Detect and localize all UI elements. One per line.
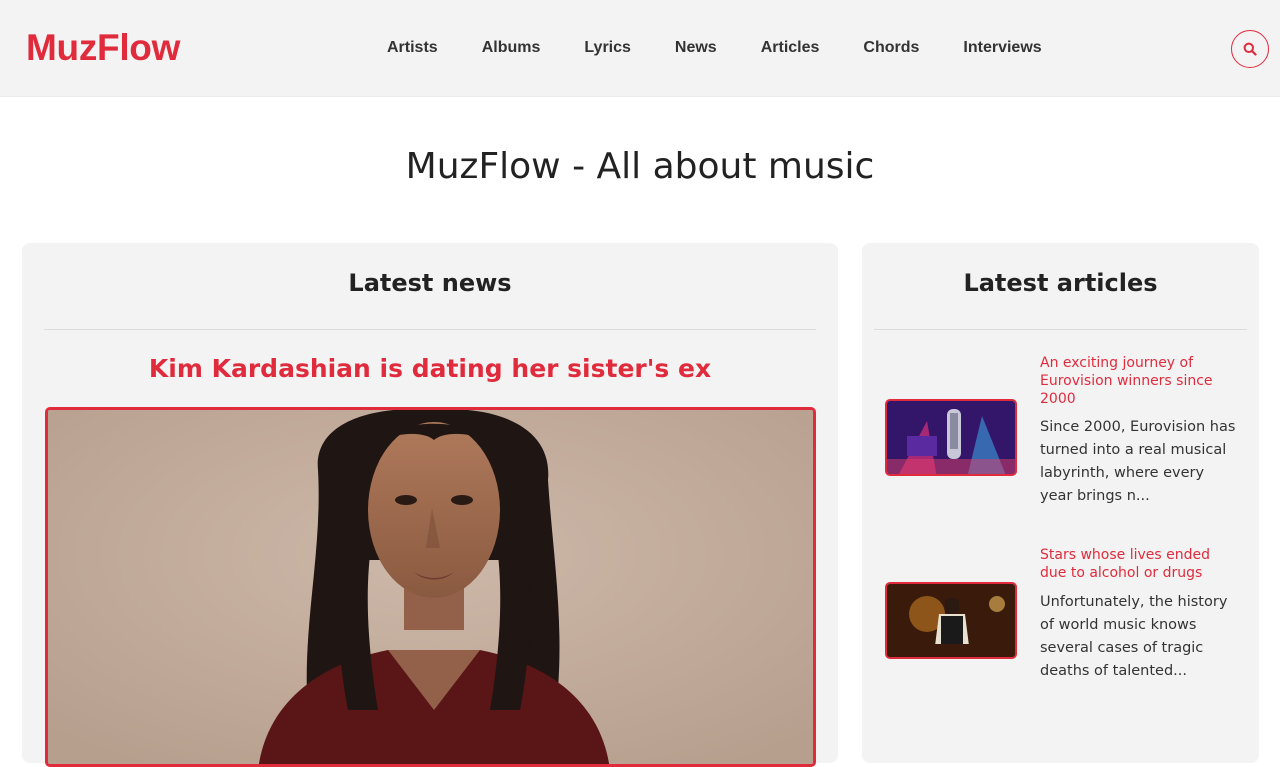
nav-lyrics[interactable]: Lyrics [584,39,631,57]
featured-news-title[interactable]: Kim Kardashian is dating her sister's ex [22,354,838,383]
article-thumbnail[interactable] [885,399,1017,476]
divider [44,329,816,330]
nav-artists[interactable]: Artists [387,39,438,57]
latest-news-card: Latest news Kim Kardashian is dating her… [22,243,838,767]
article-item[interactable]: An exciting journey of Eurovision winner… [885,351,1245,521]
nav-interviews[interactable]: Interviews [963,39,1041,57]
divider [874,329,1247,330]
article-title[interactable]: Stars whose lives ended due to alcohol o… [1040,546,1240,582]
article-thumbnail[interactable] [885,582,1017,659]
nav-articles[interactable]: Articles [761,39,820,57]
article-excerpt: Since 2000, Eurovision has turned into a… [1040,419,1236,504]
eurovision-stage-image [887,401,1015,474]
latest-news-heading: Latest news [348,269,512,297]
concert-performer-image [887,584,1015,657]
latest-articles-heading: Latest articles [963,269,1158,297]
nav-albums[interactable]: Albums [482,39,541,57]
latest-articles-card: Latest articles An exciting journey of E… [862,243,1259,763]
article-item[interactable]: Stars whose lives ended due to alcohol o… [885,543,1245,713]
page-title: MuzFlow - All about music [405,146,875,187]
article-title[interactable]: An exciting journey of Eurovision winner… [1040,354,1240,408]
article-excerpt: Unfortunately, the history of world musi… [1040,594,1228,679]
site-logo[interactable]: MuzFlow [26,27,180,69]
site-header: MuzFlow Artists Albums Lyrics News Artic… [0,0,1280,97]
portrait-image [48,410,813,764]
main-nav: Artists Albums Lyrics News Articles Chor… [387,39,1086,57]
search-button[interactable] [1231,30,1269,68]
featured-news-image[interactable] [45,407,816,767]
nav-news[interactable]: News [675,39,717,57]
nav-chords[interactable]: Chords [863,39,919,57]
search-icon [1243,42,1257,56]
